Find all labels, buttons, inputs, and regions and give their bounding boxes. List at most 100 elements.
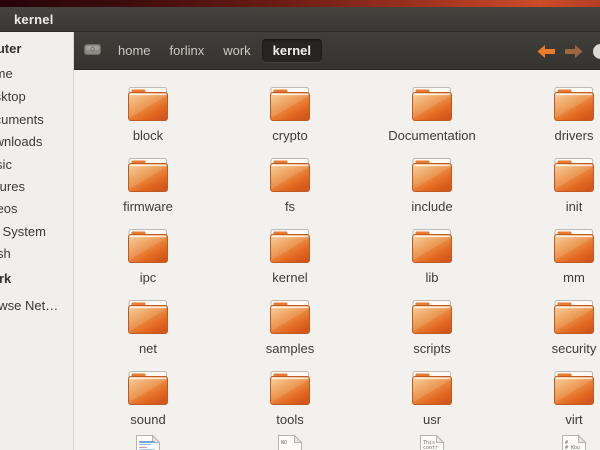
folder-item-usr[interactable]: usr (361, 369, 503, 440)
folder-icon (554, 87, 594, 126)
folder-label: virt (565, 413, 582, 427)
folder-icon (554, 300, 594, 339)
folder-icon (270, 371, 310, 410)
icon-grid: block crypto (77, 85, 600, 450)
folder-label: lib (425, 271, 438, 285)
desktop-background-strip (0, 0, 600, 7)
breadcrumb-segment-work[interactable]: work (215, 39, 258, 62)
folder-item-crypto[interactable]: crypto (219, 85, 361, 156)
folder-item-drivers[interactable]: drivers (503, 85, 600, 156)
breadcrumb-segment-forlinx[interactable]: forlinx (162, 39, 213, 62)
folder-item-mm[interactable]: mm (503, 227, 600, 298)
sidebar-item-label: Trash (0, 245, 11, 262)
folder-item-documentation[interactable]: Documentation (361, 85, 503, 156)
folder-item-fs[interactable]: fs (219, 156, 361, 227)
folder-item-sound[interactable]: sound (77, 369, 219, 440)
folder-item-virt[interactable]: virt (503, 369, 600, 440)
document-icon (134, 434, 162, 450)
folder-icon (270, 158, 310, 197)
file-item[interactable] (77, 432, 219, 450)
document-icon: NO (276, 434, 304, 450)
sidebar-item-pictures[interactable]: Pictures (0, 178, 25, 195)
folder-item-kernel[interactable]: kernel (219, 227, 361, 298)
folder-label: fs (285, 200, 295, 214)
folder-item-lib[interactable]: lib (361, 227, 503, 298)
folder-label: firmware (123, 200, 173, 214)
sidebar-item-label: Desktop (0, 88, 26, 105)
sidebar-item-label: Browse Net… (0, 297, 58, 314)
sidebar-item-computer[interactable]: Computer (0, 40, 21, 57)
folder-item-ipc[interactable]: ipc (77, 227, 219, 298)
folder-label: crypto (272, 129, 307, 143)
sidebar-item-videos[interactable]: Videos (0, 200, 18, 217)
document-icon: # # Kbu (560, 434, 588, 450)
folder-item-samples[interactable]: samples (219, 298, 361, 369)
folder-label: include (411, 200, 452, 214)
folder-label: block (133, 129, 163, 143)
folder-label: kernel (272, 271, 307, 285)
folder-icon (412, 371, 452, 410)
sidebar-item-network[interactable]: Network (0, 270, 11, 287)
folder-item-block[interactable]: block (77, 85, 219, 156)
folder-label: scripts (413, 342, 451, 356)
file-item[interactable]: This contr (361, 432, 503, 450)
sidebar-item-file-system[interactable]: File System (0, 223, 46, 240)
sidebar-item-label: Downloads (0, 133, 42, 150)
sidebar-item-label: Computer (0, 40, 21, 57)
breadcrumb-segment-kernel[interactable]: kernel (262, 39, 322, 62)
document-icon: This contr (418, 434, 446, 450)
folder-item-net[interactable]: net (77, 298, 219, 369)
sidebar-item-label: Music (0, 156, 12, 173)
window-title: kernel (14, 12, 54, 27)
breadcrumb: home forlinx work kernel (110, 39, 325, 62)
folder-item-tools[interactable]: tools (219, 369, 361, 440)
pathbar-toolbar: home forlinx work kernel (74, 32, 600, 70)
folder-label: init (566, 200, 583, 214)
folder-icon (554, 371, 594, 410)
search-icon[interactable] (593, 44, 600, 59)
file-browser-view[interactable]: block crypto (74, 70, 600, 450)
folder-item-security[interactable]: security (503, 298, 600, 369)
sidebar-item-home[interactable]: Home (0, 65, 13, 82)
sidebar-item-desktop[interactable]: Desktop (0, 88, 26, 105)
folder-item-scripts[interactable]: scripts (361, 298, 503, 369)
forward-arrow-icon[interactable] (564, 44, 584, 59)
folder-icon (412, 229, 452, 268)
sidebar-item-label: Home (0, 65, 13, 82)
sidebar-item-browse-net[interactable]: Browse Net… (0, 297, 58, 314)
folder-label: net (139, 342, 157, 356)
folder-label: security (552, 342, 597, 356)
file-item[interactable]: NO (219, 432, 361, 450)
folder-item-init[interactable]: init (503, 156, 600, 227)
file-item[interactable]: # # Kbu (503, 432, 600, 450)
back-arrow-icon[interactable] (536, 44, 556, 59)
folder-icon (128, 158, 168, 197)
breadcrumb-segment-home[interactable]: home (110, 39, 159, 62)
folder-item-include[interactable]: include (361, 156, 503, 227)
window-titlebar[interactable]: kernel (0, 7, 600, 32)
sidebar-item-documents[interactable]: Documents (0, 111, 44, 128)
folder-label: sound (130, 413, 165, 427)
sidebar-item-label: File System (0, 223, 46, 240)
folder-label: usr (423, 413, 441, 427)
folder-label: mm (563, 271, 585, 285)
folder-icon (554, 229, 594, 268)
places-sidebar[interactable]: Computer Home Desktop Documents Download… (0, 32, 74, 450)
folder-icon (128, 87, 168, 126)
folder-label: drivers (554, 129, 593, 143)
folder-label: tools (276, 413, 303, 427)
folder-item-firmware[interactable]: firmware (77, 156, 219, 227)
sidebar-item-label: Network (0, 270, 11, 287)
folder-icon (270, 87, 310, 126)
sidebar-item-trash[interactable]: Trash (0, 245, 11, 262)
folder-icon (128, 371, 168, 410)
folder-icon (554, 158, 594, 197)
sidebar-item-music[interactable]: Music (0, 156, 12, 173)
folder-icon (270, 300, 310, 339)
folder-icon (128, 229, 168, 268)
sidebar-item-label: Videos (0, 200, 18, 217)
folder-icon (128, 300, 168, 339)
sidebar-item-label: Pictures (0, 178, 25, 195)
sidebar-item-downloads[interactable]: Downloads (0, 133, 42, 150)
sidebar-item-label: Documents (0, 111, 44, 128)
